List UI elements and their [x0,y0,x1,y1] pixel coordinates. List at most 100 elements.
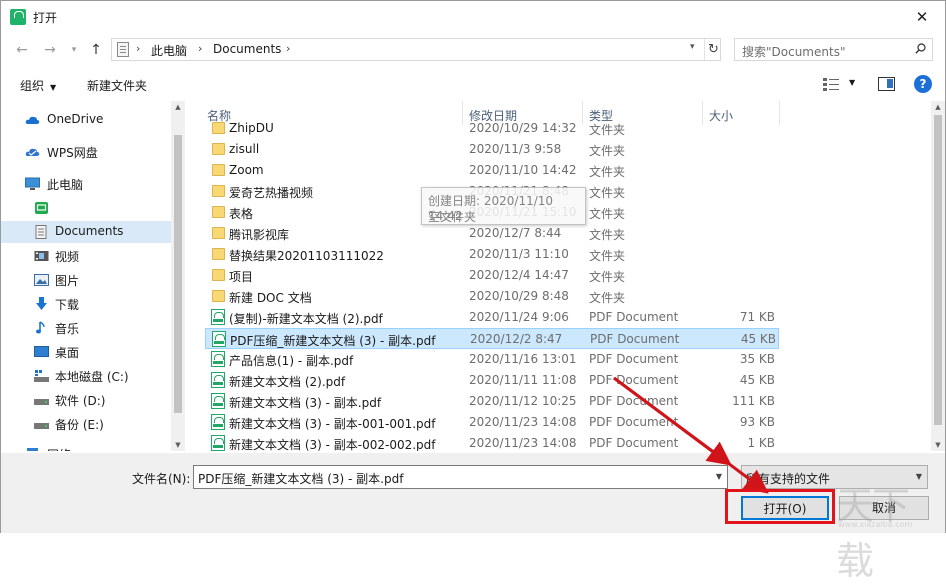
file-row[interactable]: 新建文本文档 (3) - 副本.pdf 2020/11/12 10:25 PDF D… [205,391,779,412]
window-title: 打开 [33,11,58,25]
file-type: 文件夹 [589,144,626,158]
file-row[interactable]: Zoom 2020/11/10 14:42 文件夹 [205,160,779,181]
file-type: 文件夹 [589,165,626,179]
file-date: 2020/11/3 9:58 [469,142,562,156]
breadcrumb-this-pc[interactable]: 此电脑 [151,42,187,59]
file-row[interactable]: 新建文本文档 (2).pdf 2020/11/11 11:08 PDF Docume… [205,370,779,391]
file-type: 文件夹 [589,186,626,200]
view-options-icon[interactable] [823,78,839,91]
nav-item-drive-e[interactable]: 备份 (E:) [1,413,171,435]
file-size: 35 KB [739,352,775,366]
address-bar[interactable]: › 此电脑 › Documents › ▾ ↻ [111,38,721,61]
file-row[interactable]: (复制)-新建文本文档 (2).pdf 2020/11/24 9:06 PDF Do… [205,307,779,328]
filename-input[interactable]: PDF压缩_新建文本文档 (3) - 副本.pdf ▼ [193,465,728,489]
file-type: PDF Document [589,394,679,408]
open-button-highlight [725,489,835,524]
document-icon [35,225,47,239]
file-list-scrollbar[interactable]: ▲ ▼ [931,101,945,451]
file-size: 93 KB [739,415,775,429]
filename-chevron-down-icon[interactable]: ▼ [716,472,722,481]
nav-item-drive-d[interactable]: 软件 (D:) [1,389,171,411]
file-size: 71 KB [739,310,775,324]
file-name: 表格 [229,207,254,221]
watermark-url: www.xiazaiba.com [838,520,913,529]
nav-item-videos[interactable]: 视频 [1,245,171,267]
folder-icon [212,227,225,239]
file-name: (复制)-新建文本文档 (2).pdf [229,312,383,326]
nav-item-music[interactable]: 音乐 [1,317,171,339]
breadcrumb-documents[interactable]: Documents [213,42,281,56]
file-row[interactable]: 产品信息(1) - 副本.pdf 2020/11/16 13:01 PDF Docu… [205,349,779,370]
filename-value: PDF压缩_新建文本文档 (3) - 副本.pdf [198,472,404,486]
file-type-value: 所有支持的文件 [746,472,831,486]
refresh-icon[interactable]: ↻ [704,39,722,60]
nav-item-this-pc[interactable]: 此电脑 [1,173,171,195]
close-button[interactable]: ✕ [899,1,945,33]
nav-item-wps-cloud[interactable]: WPS网盘 [1,141,171,163]
folder-icon [212,248,225,260]
file-row[interactable]: ZhipDU 2020/10/29 14:32 文件夹 [205,118,779,139]
file-list-scroll-thumb[interactable] [934,115,942,425]
music-icon [36,321,45,334]
back-arrow-icon[interactable]: ← [11,39,33,61]
file-date: 2020/12/2 8:47 [470,332,563,346]
cloud-icon [25,116,40,124]
nav-item-downloads[interactable]: 下载 [1,293,171,315]
nav-scroll-thumb[interactable] [174,135,182,413]
file-row[interactable]: 新建文本文档 (3) - 副本-002-002.pdf 2020/11/23 14… [205,433,779,451]
folder-icon [212,122,225,134]
scroll-down-icon[interactable]: ▼ [171,441,185,449]
organize-menu[interactable]: 组织 ▼ [20,77,56,94]
file-row[interactable]: 新建文本文档 (3) - 副本-001-001.pdf 2020/11/23 14… [205,412,779,433]
nav-item-documents[interactable]: Documents [1,221,171,243]
file-date: 2020/12/7 8:44 [469,226,562,240]
file-size: 45 KB [739,373,775,387]
file-row[interactable]: 腾讯影视库 2020/12/7 8:44 文件夹 [205,223,779,244]
search-input[interactable]: 搜索"Documents" [734,38,933,61]
help-icon[interactable]: ? [914,75,932,93]
new-folder-button[interactable]: 新建文件夹 [87,77,147,94]
file-row[interactable]: 项目 2020/12/4 14:47 文件夹 [205,265,779,286]
scroll-up-icon[interactable]: ▲ [931,103,945,111]
file-row[interactable]: 替换结果20201103111022 2020/11/3 11:10 文件夹 [205,244,779,265]
pdf-file-icon [211,309,225,325]
file-date: 2020/11/12 10:25 [469,394,577,408]
breadcrumb-chevron-icon[interactable]: › [136,42,140,55]
file-date: 2020/11/11 11:08 [469,373,577,387]
nav-item-green-app[interactable] [1,197,171,219]
forward-arrow-icon[interactable]: → [39,39,61,61]
breadcrumb-chevron-icon[interactable]: › [198,42,202,55]
file-name: ZhipDU [229,121,274,135]
address-dropdown-icon[interactable]: ▾ [690,42,695,52]
video-icon [34,251,49,261]
file-date: 2020/12/4 14:47 [469,268,569,282]
breadcrumb-chevron-icon[interactable]: › [286,42,290,55]
file-size: 111 KB [732,394,775,408]
file-row[interactable]: zisull 2020/11/3 9:58 文件夹 [205,139,779,160]
file-row[interactable]: PDF压缩_新建文本文档 (3) - 副本.pdf 2020/12/2 8:47 P… [205,328,779,349]
nav-item-desktop[interactable]: 桌面 [1,341,171,363]
file-name: 项目 [229,270,254,284]
file-date: 2020/11/23 14:08 [469,436,577,450]
up-arrow-icon[interactable]: ↑ [85,39,107,61]
recent-chevron-down-icon[interactable]: ▾ [63,39,85,61]
file-date: 2020/11/24 9:06 [469,310,569,324]
nav-item-pictures[interactable]: 图片 [1,269,171,291]
file-row[interactable]: 新建 DOC 文档 2020/10/29 8:48 文件夹 [205,286,779,307]
scroll-up-icon[interactable]: ▲ [171,103,185,111]
file-type: 文件夹 [589,270,626,284]
nav-scrollbar[interactable]: ▲ ▼ [171,101,185,451]
nav-item-network[interactable]: 网络 [1,443,171,451]
nav-item-onedrive[interactable]: OneDrive [1,109,171,131]
search-icon [915,43,926,54]
file-name: 新建文本文档 (3) - 副本-002-002.pdf [229,438,436,451]
nav-item-drive-c[interactable]: 本地磁盘 (C:) [1,365,171,387]
scroll-down-icon[interactable]: ▼ [931,441,945,449]
file-type: PDF Document [589,352,679,366]
view-chevron-down-icon[interactable]: ▼ [849,78,855,87]
file-name: 新建文本文档 (2).pdf [229,375,346,389]
file-name: 新建文本文档 (3) - 副本-001-001.pdf [229,417,436,431]
preview-pane-icon[interactable] [878,77,895,91]
computer-icon [25,177,40,190]
wps-cloud-icon [25,148,40,156]
